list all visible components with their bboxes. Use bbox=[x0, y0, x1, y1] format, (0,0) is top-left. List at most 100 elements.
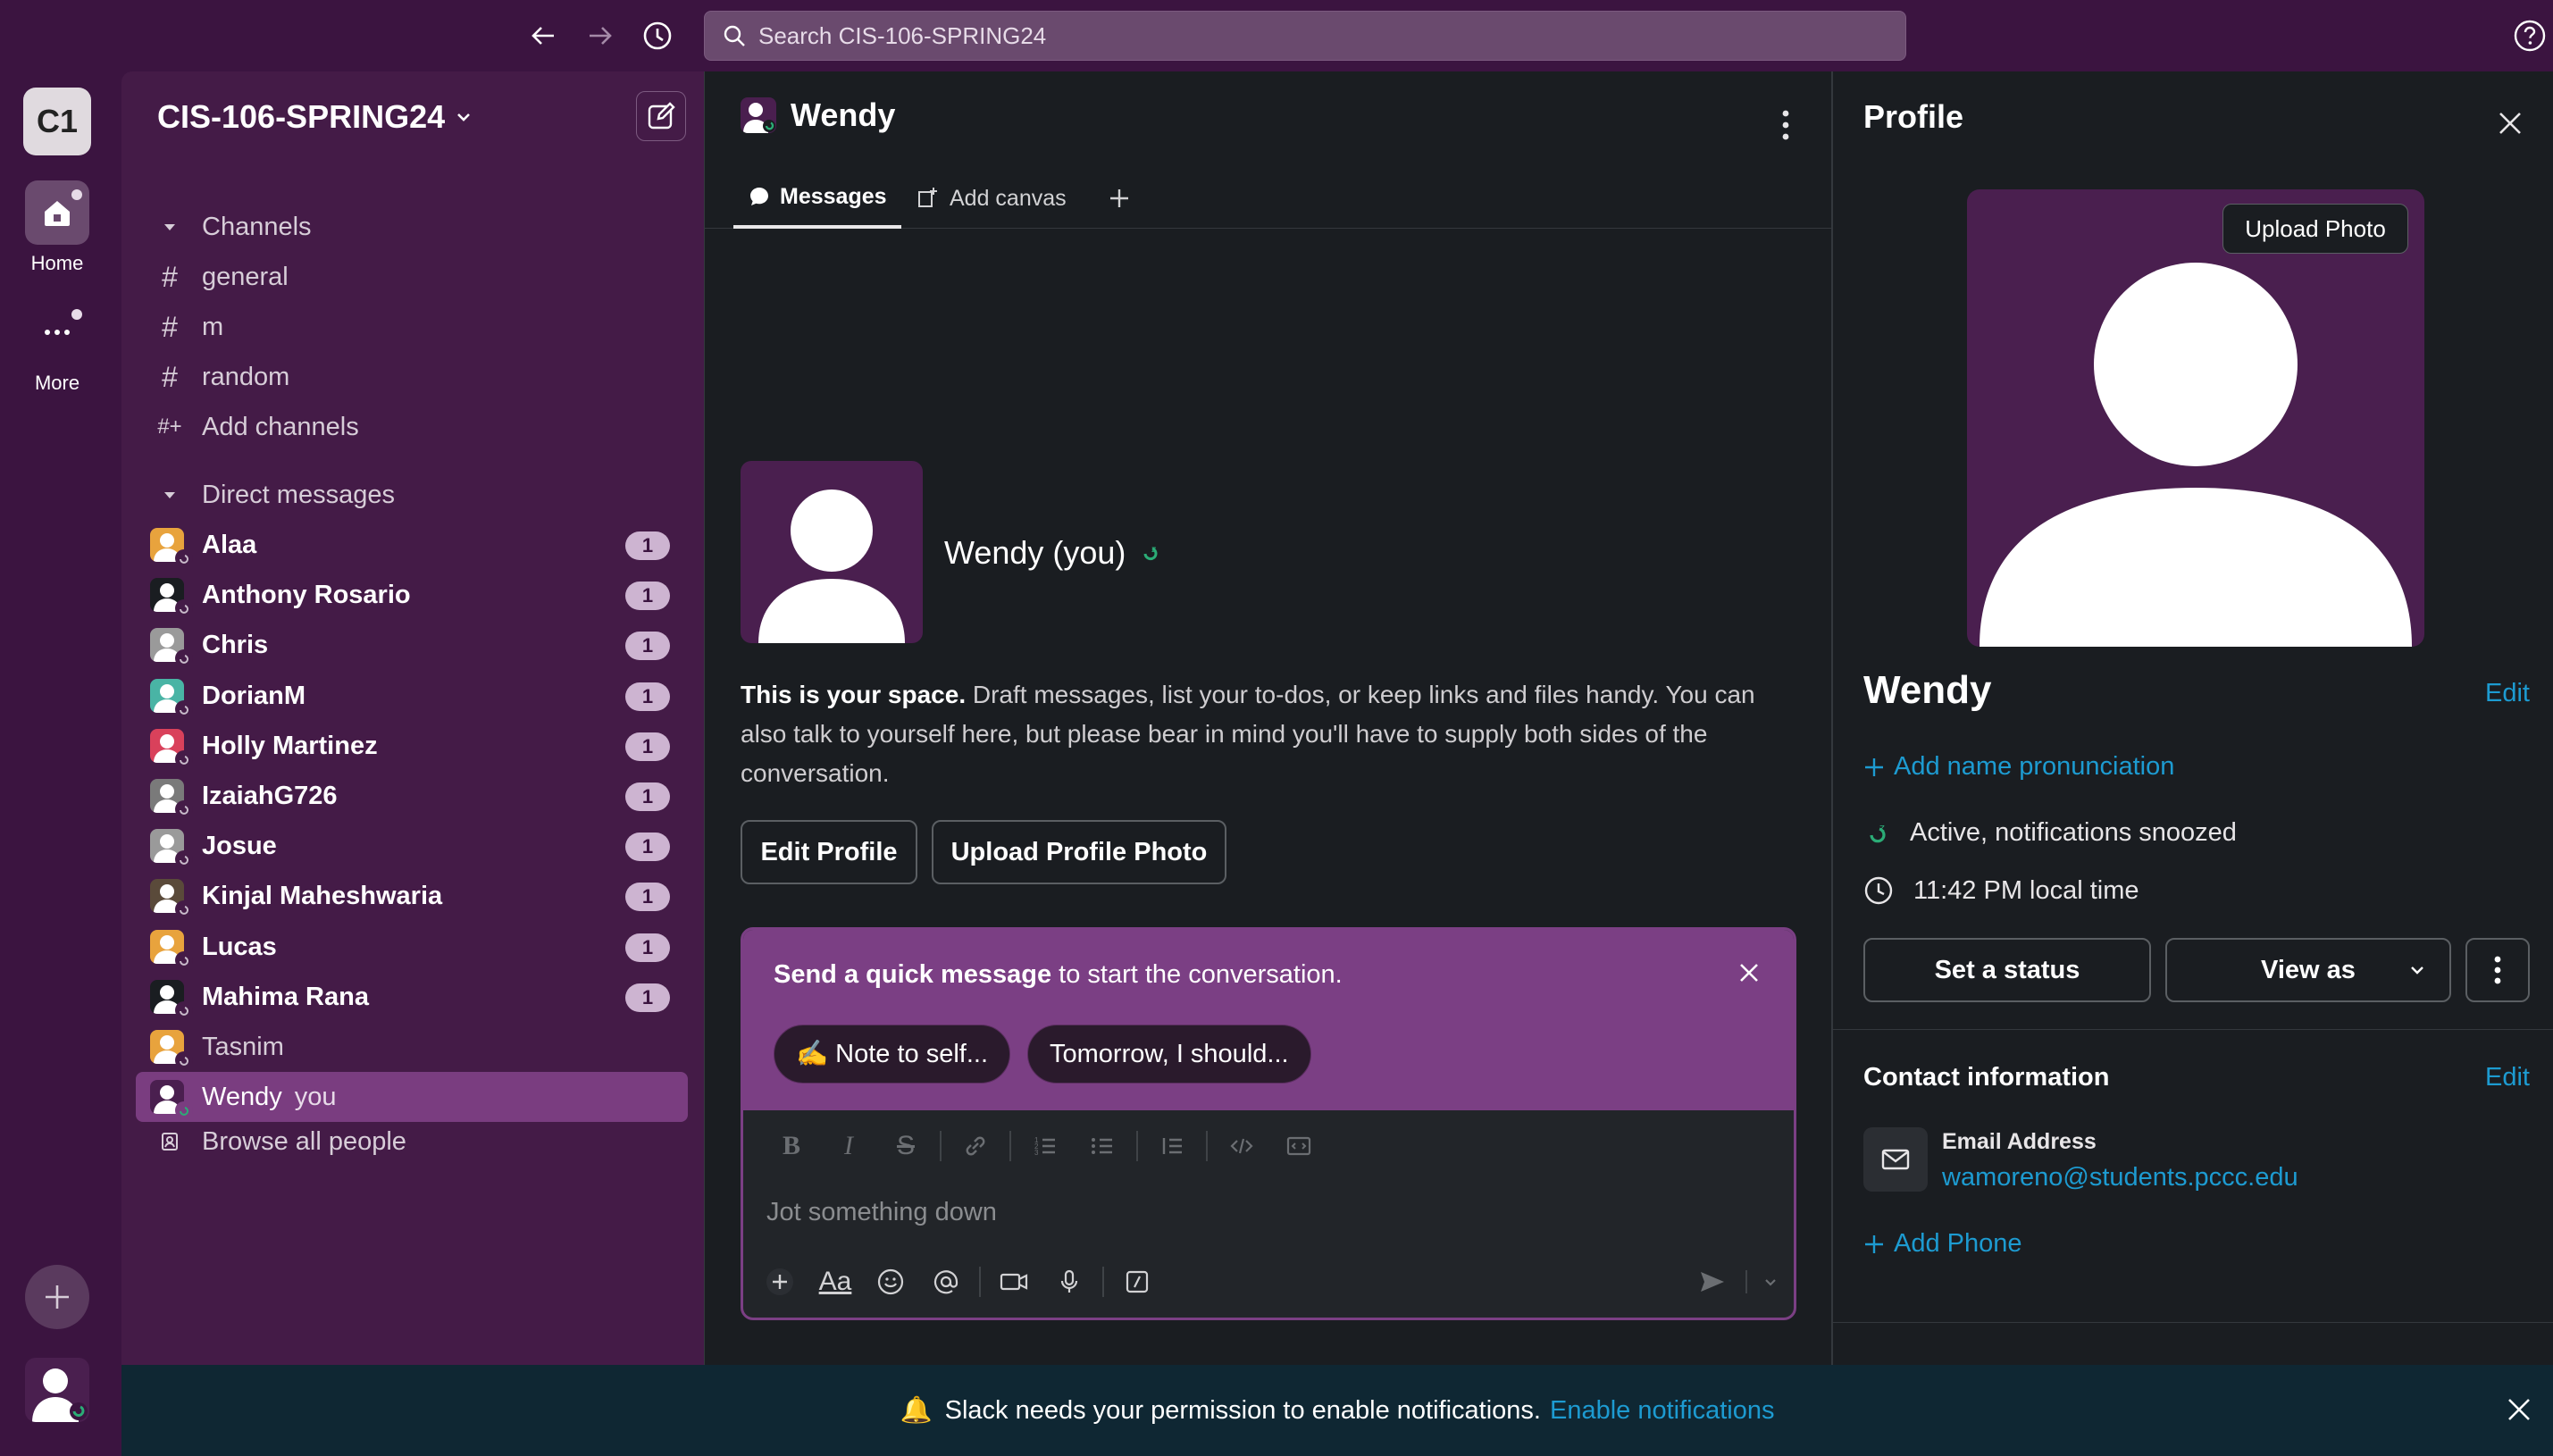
emoji-icon[interactable] bbox=[863, 1257, 918, 1307]
video-icon[interactable] bbox=[986, 1257, 1042, 1307]
search-input[interactable]: Search CIS-106-SPRING24 bbox=[704, 11, 1906, 61]
avatar bbox=[145, 1028, 195, 1069]
edit-profile-button[interactable]: Edit Profile bbox=[741, 820, 917, 884]
format-toolbar: B I S 123 bbox=[743, 1110, 1794, 1182]
add-pronunciation-label: Add name pronunciation bbox=[1894, 752, 2175, 781]
svg-text:3: 3 bbox=[1034, 1149, 1039, 1157]
microphone-icon[interactable] bbox=[1042, 1257, 1097, 1307]
message-input[interactable]: Jot something down bbox=[766, 1198, 997, 1227]
sidebar-channel-general[interactable]: # general bbox=[136, 252, 688, 302]
compose-button[interactable] bbox=[636, 91, 686, 141]
profile-local-time: 11:42 PM local time bbox=[1863, 875, 2139, 906]
add-tab-button[interactable] bbox=[1107, 168, 1132, 229]
user-avatar[interactable] bbox=[25, 1358, 89, 1422]
sidebar-dm-kinjal-maheshwaria[interactable]: Kinjal Maheshwaria 1 bbox=[136, 871, 688, 921]
history-clock-icon[interactable] bbox=[638, 16, 677, 55]
presence-snoozed-icon bbox=[175, 750, 193, 768]
help-icon[interactable] bbox=[2510, 16, 2549, 55]
rail-more-button[interactable]: More bbox=[0, 300, 114, 395]
intro-avatar[interactable] bbox=[741, 461, 923, 643]
more-vertical-icon[interactable] bbox=[2465, 938, 2530, 1002]
bulleted-list-icon[interactable] bbox=[1074, 1119, 1131, 1173]
edit-contact-link[interactable]: Edit bbox=[2485, 1063, 2530, 1092]
browse-people-button[interactable]: Browse all people bbox=[136, 1117, 688, 1167]
sidebar-dm-mahima-rana[interactable]: Mahima Rana 1 bbox=[136, 972, 688, 1022]
send-options-chevron-icon[interactable] bbox=[1753, 1257, 1788, 1307]
email-link[interactable]: wamoreno@students.pccc.edu bbox=[1942, 1163, 2298, 1192]
italic-icon[interactable]: I bbox=[820, 1119, 877, 1173]
profile-panel: Profile Wendy Edit Add name pronunciatio… bbox=[1831, 71, 2553, 1365]
presence-snoozed-icon bbox=[175, 800, 193, 818]
workspace-name-menu[interactable]: CIS-106-SPRING24 bbox=[157, 98, 473, 136]
close-icon[interactable] bbox=[1731, 955, 1767, 991]
add-name-pronunciation-link[interactable]: Add name pronunciation bbox=[1863, 752, 2174, 782]
blockquote-icon[interactable] bbox=[1143, 1119, 1201, 1173]
unread-badge: 1 bbox=[625, 833, 670, 861]
strikethrough-icon[interactable]: S bbox=[877, 1119, 934, 1173]
code-icon[interactable] bbox=[1213, 1119, 1270, 1173]
dm-label: Kinjal Maheshwaria bbox=[202, 881, 443, 910]
send-icon[interactable] bbox=[1685, 1257, 1740, 1307]
note-to-self-chip[interactable]: ✍️ Note to self... bbox=[774, 1025, 1011, 1084]
numbered-list-icon[interactable]: 123 bbox=[1017, 1119, 1074, 1173]
avatar bbox=[145, 526, 195, 567]
add-channels-button[interactable]: #+ Add channels bbox=[136, 402, 688, 452]
sidebar-dm-josue[interactable]: Josue 1 bbox=[136, 821, 688, 871]
rail-home-button[interactable]: Home bbox=[0, 180, 114, 275]
add-workspace-button[interactable] bbox=[25, 1265, 89, 1329]
code-block-icon[interactable] bbox=[1270, 1119, 1327, 1173]
unread-badge: 1 bbox=[625, 933, 670, 962]
back-arrow-icon[interactable] bbox=[523, 16, 563, 55]
mention-icon[interactable] bbox=[918, 1257, 974, 1307]
add-channels-label: Add channels bbox=[202, 412, 359, 441]
sidebar-dm-anthony-rosario[interactable]: Anthony Rosario 1 bbox=[136, 570, 688, 620]
dm-header: Direct messages bbox=[202, 480, 395, 509]
link-icon[interactable] bbox=[947, 1119, 1004, 1173]
dm-section-toggle[interactable]: Direct messages bbox=[136, 470, 688, 520]
tab-add-canvas[interactable]: Add canvas bbox=[916, 168, 1067, 229]
tab-messages[interactable]: Messages bbox=[733, 168, 901, 229]
unread-badge: 1 bbox=[625, 531, 670, 560]
sidebar-dm-dorianm[interactable]: DorianM 1 bbox=[136, 671, 688, 721]
workspace-name: CIS-106-SPRING24 bbox=[157, 98, 446, 135]
caret-down-icon bbox=[145, 219, 195, 235]
view-as-dropdown[interactable]: View as bbox=[2165, 938, 2451, 1002]
presence-snoozed-icon bbox=[175, 700, 193, 718]
channel-title[interactable]: Wendy bbox=[741, 96, 895, 134]
sidebar-dm-wendy[interactable]: Wendy you bbox=[136, 1072, 688, 1122]
sidebar-dm-lucas[interactable]: Lucas 1 bbox=[136, 922, 688, 972]
attach-plus-icon[interactable] bbox=[752, 1257, 808, 1307]
intro-name: Wendy (you) z bbox=[944, 534, 1161, 572]
formatting-aa-icon[interactable]: Aa bbox=[808, 1257, 863, 1307]
workspace-switcher-button[interactable]: C1 bbox=[23, 88, 91, 155]
channels-section-toggle[interactable]: Channels bbox=[136, 202, 688, 252]
forward-arrow-icon[interactable] bbox=[581, 16, 620, 55]
sidebar-dm-izaiahg726[interactable]: IzaiahG726 1 bbox=[136, 771, 688, 821]
sidebar-dm-holly-martinez[interactable]: Holly Martinez 1 bbox=[136, 721, 688, 771]
unread-badge: 1 bbox=[625, 983, 670, 1012]
more-vertical-icon[interactable] bbox=[1768, 100, 1804, 150]
upload-profile-photo-button[interactable]: Upload Profile Photo bbox=[932, 820, 1226, 884]
intro-name-text: Wendy (you) bbox=[944, 534, 1126, 571]
edit-name-link[interactable]: Edit bbox=[2485, 679, 2530, 708]
avatar bbox=[741, 97, 776, 133]
sidebar-dm-alaa[interactable]: Alaa 1 bbox=[136, 520, 688, 570]
slash-command-icon[interactable] bbox=[1109, 1257, 1165, 1307]
sidebar-channel-m[interactable]: # m bbox=[136, 302, 688, 352]
message-bubble-icon bbox=[748, 185, 771, 208]
upload-photo-button[interactable]: Upload Photo bbox=[2222, 204, 2408, 254]
unread-badge: 1 bbox=[625, 682, 670, 711]
set-status-button[interactable]: Set a status bbox=[1863, 938, 2151, 1002]
avatar bbox=[145, 1078, 195, 1119]
sidebar-dm-chris[interactable]: Chris 1 bbox=[136, 620, 688, 670]
add-phone-link[interactable]: Add Phone bbox=[1863, 1229, 2022, 1259]
plus-icon bbox=[1863, 1234, 1885, 1255]
sidebar-dm-tasnim[interactable]: Tasnim bbox=[136, 1022, 688, 1072]
sidebar-channel-random[interactable]: # random bbox=[136, 352, 688, 402]
close-icon[interactable] bbox=[2485, 98, 2535, 148]
bold-icon[interactable]: B bbox=[763, 1119, 820, 1173]
contact-information-header: Contact information bbox=[1863, 1063, 2110, 1092]
enable-notifications-link[interactable]: Enable notifications bbox=[1550, 1396, 1775, 1426]
tomorrow-chip[interactable]: Tomorrow, I should... bbox=[1027, 1025, 1311, 1084]
close-icon[interactable] bbox=[2498, 1388, 2540, 1431]
